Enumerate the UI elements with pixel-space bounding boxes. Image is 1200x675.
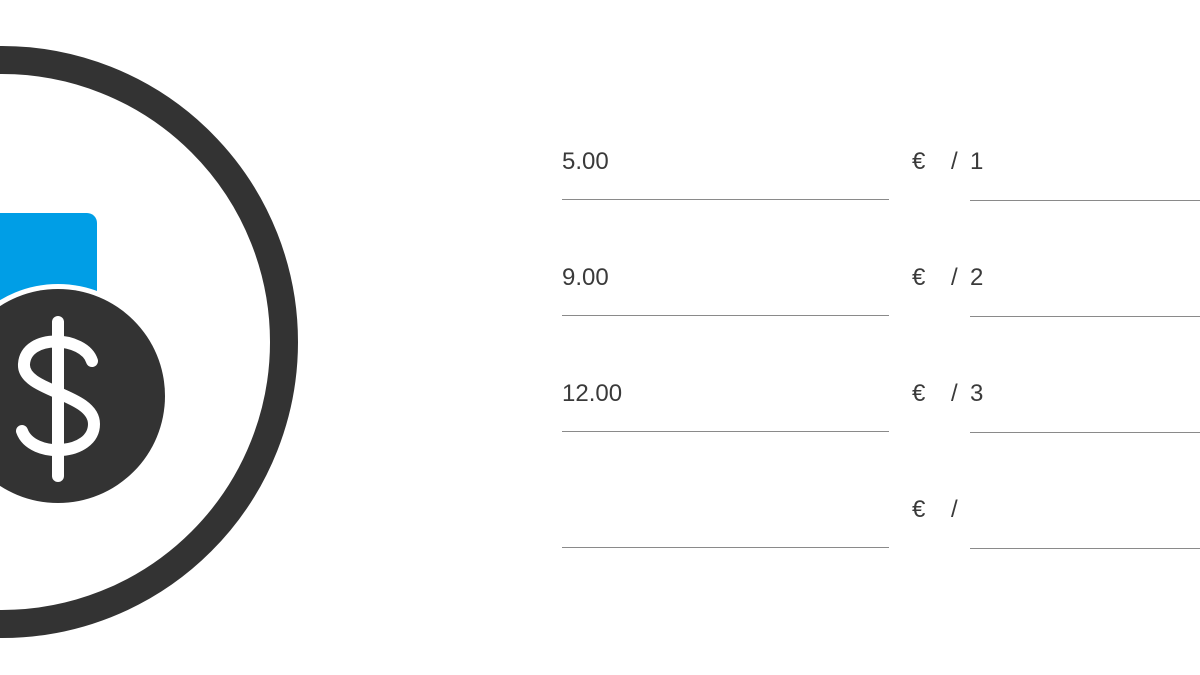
currency-symbol: € xyxy=(912,496,926,523)
price-amount-value: 12.00 xyxy=(562,380,623,407)
price-amount-input[interactable]: 5.00 xyxy=(562,126,889,200)
price-row: 9.00 € / 2 xyxy=(0,242,1200,358)
quantity-input[interactable]: 1 xyxy=(970,126,1200,201)
per-separator: / xyxy=(951,264,958,291)
price-form: 5.00 € / 1 9.00 € / 2 12.00 € / 3 € / xyxy=(0,0,1200,675)
quantity-input[interactable]: 3 xyxy=(970,358,1200,433)
price-amount-input[interactable]: 12.00 xyxy=(562,358,889,432)
quantity-value: 1 xyxy=(970,148,984,175)
per-separator: / xyxy=(951,380,958,407)
currency-symbol: € xyxy=(912,380,926,407)
quantity-input[interactable]: 2 xyxy=(970,242,1200,317)
quantity-value: 2 xyxy=(970,264,984,291)
price-amount-input[interactable] xyxy=(562,474,889,548)
currency-symbol: € xyxy=(912,148,926,175)
price-amount-value: 5.00 xyxy=(562,148,609,175)
currency-symbol: € xyxy=(912,264,926,291)
quantity-value: 3 xyxy=(970,380,984,407)
price-row: € / xyxy=(0,474,1200,590)
price-amount-value: 9.00 xyxy=(562,264,609,291)
price-amount-input[interactable]: 9.00 xyxy=(562,242,889,316)
per-separator: / xyxy=(951,148,958,175)
per-separator: / xyxy=(951,496,958,523)
price-row: 12.00 € / 3 xyxy=(0,358,1200,474)
price-row: 5.00 € / 1 xyxy=(0,126,1200,242)
quantity-input[interactable] xyxy=(970,474,1200,549)
